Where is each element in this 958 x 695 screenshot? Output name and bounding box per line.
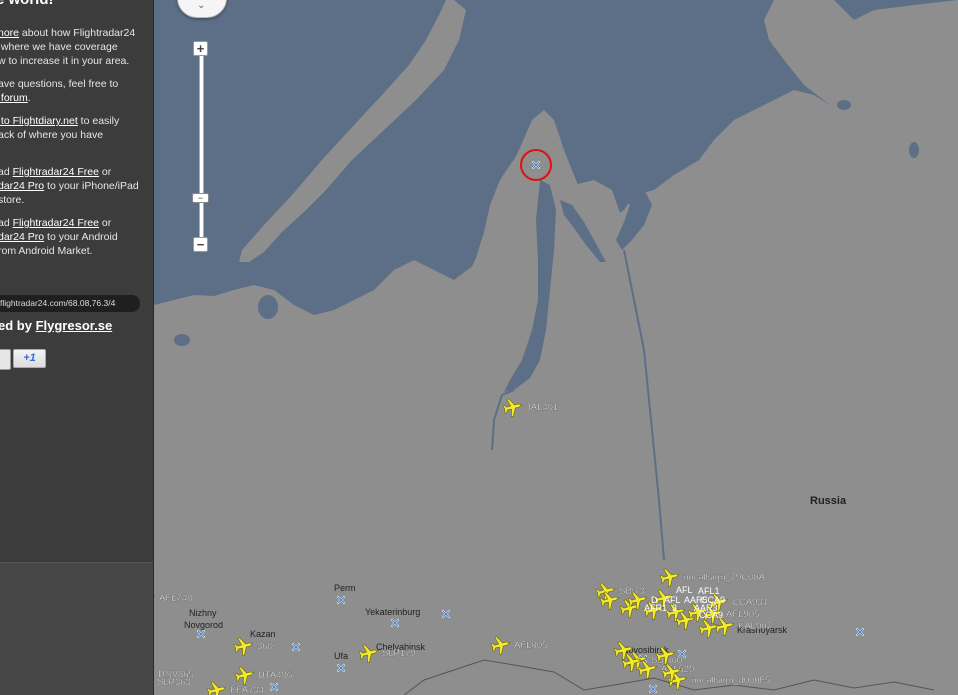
free-app-link[interactable]: Flightradar24 Free bbox=[13, 166, 99, 178]
sidebar-paragraph-flightdiary: to Flightdiary.net to easily ack of wher… bbox=[0, 114, 119, 142]
flight-callsign-label[interactable]: SLP179 bbox=[382, 648, 416, 659]
flight-callsign-label[interactable]: nocallsign_4000F5 bbox=[691, 675, 771, 686]
sidebar-text: to easily bbox=[77, 115, 120, 127]
flight-callsign-label[interactable]: SBI73 bbox=[619, 586, 645, 597]
pro-android-link[interactable]: dar24 Pro bbox=[0, 231, 44, 243]
sidebar-paragraph-iphone: ad Flightradar24 Free or dar24 Pro to yo… bbox=[0, 165, 139, 207]
flight-callsign-label[interactable]: 360 bbox=[257, 641, 273, 652]
sidebar-text: ad bbox=[0, 166, 10, 178]
city-label: Novgorod bbox=[184, 620, 223, 630]
sidebar-text: ave questions, feel free to bbox=[0, 78, 119, 90]
city-label: Kazan bbox=[250, 629, 276, 639]
forum-link[interactable]: forum bbox=[0, 92, 28, 104]
chevron-down-icon[interactable]: ⌄ bbox=[197, 0, 205, 11]
flight-callsign-label[interactable]: nocallsign_79C00A bbox=[683, 572, 766, 583]
pro-app-link[interactable]: dar24 Pro bbox=[0, 180, 44, 192]
share-url-field[interactable]: flightradar24.com/68.08,76.3/4 bbox=[0, 295, 140, 312]
flight-callsign-label[interactable]: AFL748 bbox=[159, 593, 193, 604]
free-android-link[interactable]: Flightradar24 Free bbox=[13, 217, 99, 229]
lake bbox=[909, 142, 919, 158]
sidebar-paragraph-android: ad Flightradar24 Free or dar24 Pro to yo… bbox=[0, 216, 118, 258]
flygresor-link[interactable]: Flygresor.se bbox=[36, 318, 113, 333]
sidebar-text: or bbox=[98, 217, 112, 229]
sidebar-text: . bbox=[27, 92, 31, 104]
city-label: Yekaterinburg bbox=[365, 607, 420, 617]
city-label: Perm bbox=[334, 583, 356, 593]
lake bbox=[258, 295, 278, 319]
share-button[interactable] bbox=[0, 349, 11, 370]
flightdiary-link[interactable]: to Flightdiary.net bbox=[0, 115, 78, 127]
sidebar-paragraph-coverage: nore about how Flightradar24 where we ha… bbox=[0, 26, 135, 68]
flight-callsign-label[interactable]: AFL905 bbox=[726, 609, 760, 620]
sidebar-text: ad bbox=[0, 217, 10, 229]
sidebar-lower-panel bbox=[0, 562, 153, 695]
country-label-russia: Russia bbox=[810, 495, 847, 507]
info-sidebar: e world! nore about how Flightradar24 wh… bbox=[0, 0, 154, 695]
sidebar-text: to your Android bbox=[44, 231, 118, 243]
lake bbox=[174, 334, 190, 346]
zoom-out-button[interactable]: − bbox=[193, 237, 208, 252]
sidebar-text: w to increase it in your area. bbox=[0, 55, 130, 67]
sidebar-paragraph-forum: ave questions, feel free to forum. bbox=[0, 77, 118, 105]
flight-map[interactable]: Russia Nizhny Novgorod Kazan Perm Yekaterinb… bbox=[154, 0, 958, 695]
powered-by: ed by Flygresor.se bbox=[0, 318, 112, 333]
flight-callsign-label[interactable]: SLP363 bbox=[157, 677, 191, 688]
flight-callsign-label[interactable]: AAR3 bbox=[694, 603, 718, 613]
sidebar-text: about how Flightradar24 bbox=[19, 27, 136, 39]
flight-callsign-label[interactable]: UTA486 bbox=[258, 670, 292, 681]
sidebar-text: to your iPhone/iPad bbox=[44, 180, 139, 192]
sidebar-text: ack of where you have bbox=[0, 129, 104, 141]
map-canvas[interactable]: Russia Nizhny Novgorod Kazan Perm Yekaterinb… bbox=[154, 0, 958, 695]
flight-callsign-label[interactable]: KFA734 bbox=[230, 685, 264, 695]
city-label: Ufa bbox=[334, 651, 348, 661]
sidebar-heading: e world! bbox=[0, 0, 54, 8]
flight-callsign-label[interactable]: AFL bbox=[676, 585, 693, 595]
city-label: Nizhny bbox=[189, 608, 217, 618]
powered-by-text: ed by bbox=[0, 318, 36, 333]
sidebar-text: rom Android Market. bbox=[0, 245, 93, 257]
flight-callsign-label[interactable]: AFR1 bbox=[644, 603, 667, 613]
flight-callsign-label[interactable]: KAL907 bbox=[738, 621, 772, 632]
zoom-in-button[interactable]: + bbox=[193, 41, 208, 56]
flight-callsign-label[interactable]: AFL805 bbox=[514, 640, 548, 651]
read-more-link[interactable]: nore bbox=[0, 27, 19, 39]
flight-callsign-label[interactable]: JAL401 bbox=[526, 402, 558, 413]
zoom-slider-track[interactable] bbox=[199, 56, 204, 237]
sidebar-text: where we have coverage bbox=[0, 41, 118, 53]
lake bbox=[837, 100, 851, 110]
google-plusone-button[interactable]: +1 bbox=[13, 349, 46, 368]
sidebar-text: store. bbox=[0, 194, 25, 206]
flight-callsign-label[interactable]: CCA931 bbox=[732, 597, 768, 608]
flight-callsign-label[interactable]: 3 bbox=[672, 603, 677, 613]
sidebar-text: or bbox=[98, 166, 112, 178]
zoom-slider-thumb[interactable]: − bbox=[192, 193, 209, 203]
